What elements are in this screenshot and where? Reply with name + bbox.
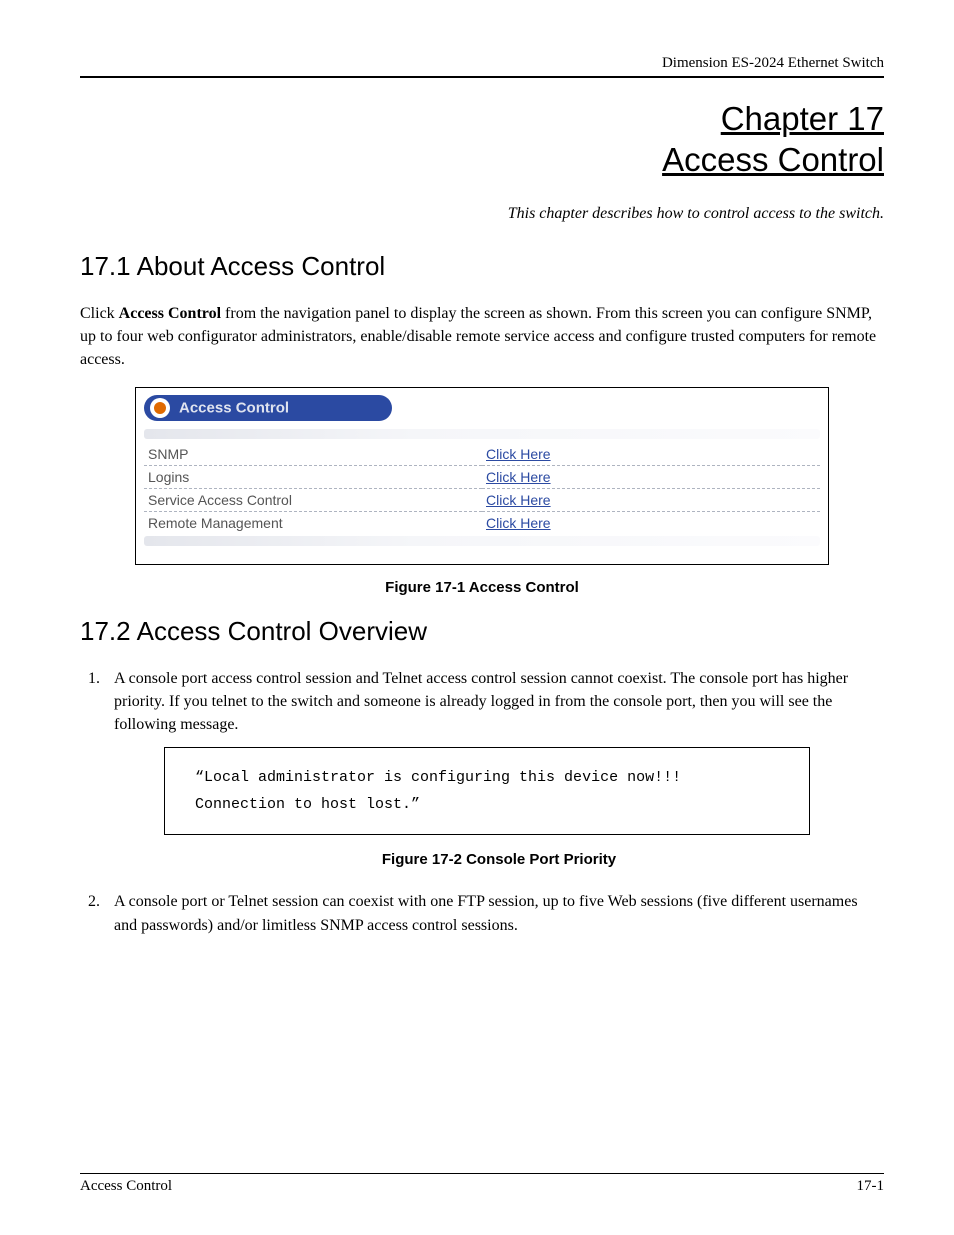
footer-right: 17-1 xyxy=(857,1178,885,1195)
figure-17-1-screenshot: Access Control SNMP Click Here Logins Cl… xyxy=(135,387,829,565)
code-line: Connection to host lost.” xyxy=(195,791,795,818)
section-heading-17-1: 17.1About Access Control xyxy=(80,251,884,282)
figure-caption-17-2: Figure 17-2 Console Port Priority xyxy=(114,849,884,871)
table-row: SNMP Click Here xyxy=(144,443,820,466)
numbered-list: A console port access control session an… xyxy=(80,667,884,937)
chapter-description: This chapter describes how to control ac… xyxy=(80,205,884,223)
bullet-icon xyxy=(150,398,170,418)
gradient-bar xyxy=(144,536,820,546)
chapter-title: Chapter 17 Access Control xyxy=(80,98,884,181)
table-row: Remote Management Click Here xyxy=(144,512,820,535)
table-row: Service Access Control Click Here xyxy=(144,489,820,512)
bold-term: Access Control xyxy=(119,305,221,322)
panel-title-text: Access Control xyxy=(179,400,289,417)
code-line: “Local administrator is configuring this… xyxy=(195,764,795,791)
row-label: SNMP xyxy=(148,446,188,462)
figure-17-2-message-box: “Local administrator is configuring this… xyxy=(164,747,810,835)
list-item: A console port access control session an… xyxy=(104,667,884,870)
click-here-link[interactable]: Click Here xyxy=(486,469,551,485)
click-here-link[interactable]: Click Here xyxy=(486,492,551,508)
section-title: Access Control Overview xyxy=(137,616,427,646)
row-label: Logins xyxy=(148,469,189,485)
figure-caption-17-1: Figure 17-1 Access Control xyxy=(80,579,884,596)
panel-title-pill: Access Control xyxy=(144,395,392,421)
chapter-name: Access Control xyxy=(662,141,884,178)
product-name: Dimension ES-2024 Ethernet Switch xyxy=(662,55,884,71)
row-label: Remote Management xyxy=(148,515,283,531)
page-footer: Access Control 17-1 xyxy=(80,1173,884,1195)
click-here-link[interactable]: Click Here xyxy=(486,446,551,462)
gradient-bar xyxy=(144,429,820,439)
footer-left: Access Control xyxy=(80,1178,172,1195)
running-header: Dimension ES-2024 Ethernet Switch xyxy=(80,55,884,78)
access-control-table: SNMP Click Here Logins Click Here Servic… xyxy=(144,443,820,534)
document-page: Dimension ES-2024 Ethernet Switch Chapte… xyxy=(0,0,954,1235)
chapter-number: Chapter 17 xyxy=(721,100,884,137)
table-row: Logins Click Here xyxy=(144,466,820,489)
section1-paragraph: Click Access Control from the navigation… xyxy=(80,302,884,372)
section-heading-17-2: 17.2Access Control Overview xyxy=(80,616,884,647)
list-item: A console port or Telnet session can coe… xyxy=(104,890,884,936)
section-title: About Access Control xyxy=(137,251,386,281)
click-here-link[interactable]: Click Here xyxy=(486,515,551,531)
section-number: 17.1 xyxy=(80,251,131,282)
section-number: 17.2 xyxy=(80,616,131,647)
row-label: Service Access Control xyxy=(148,492,292,508)
